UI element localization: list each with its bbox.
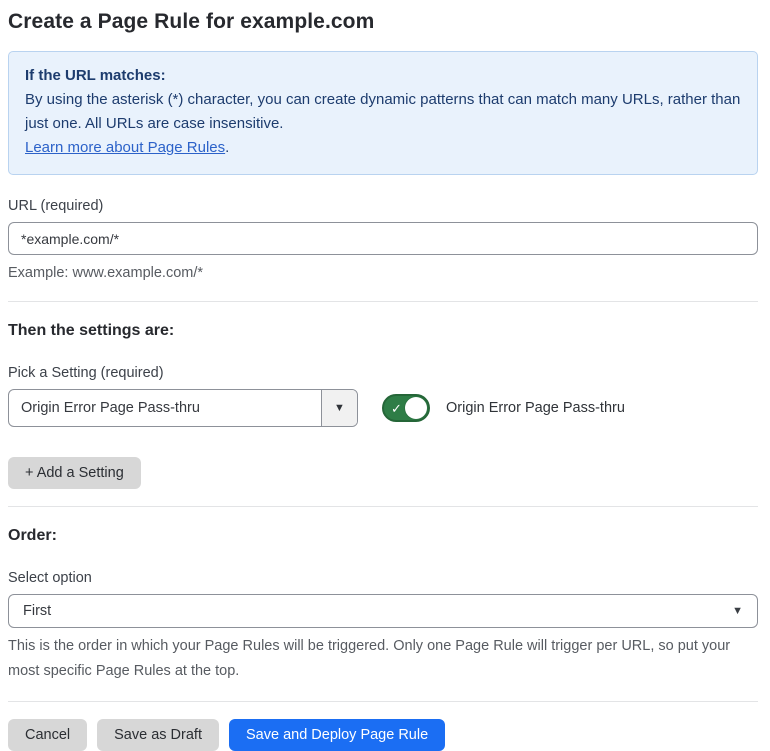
chevron-down-icon: ▼ bbox=[732, 605, 743, 617]
cancel-button[interactable]: Cancel bbox=[8, 719, 88, 751]
divider bbox=[8, 301, 758, 302]
chevron-down-icon: ▼ bbox=[334, 402, 345, 414]
learn-more-link[interactable]: Learn more about Page Rules bbox=[25, 139, 225, 156]
save-deploy-button[interactable]: Save and Deploy Page Rule bbox=[228, 719, 446, 751]
toggle-knob bbox=[405, 397, 427, 419]
settings-section-heading: Then the settings are: bbox=[8, 322, 175, 339]
url-example-helper: Example: www.example.com/* bbox=[8, 265, 204, 281]
order-select[interactable]: First ▼ bbox=[8, 594, 758, 628]
info-body: By using the asterisk (*) character, you… bbox=[25, 91, 741, 132]
page-title: Create a Page Rule for example.com bbox=[8, 10, 375, 33]
order-select-value: First bbox=[23, 603, 52, 619]
save-draft-button[interactable]: Save as Draft bbox=[97, 719, 219, 751]
link-suffix: . bbox=[225, 139, 230, 156]
setting-select[interactable]: Origin Error Page Pass-thru ▼ bbox=[8, 389, 358, 427]
toggle-wrap: ✓ Origin Error Page Pass-thru bbox=[382, 394, 625, 422]
url-match-info-callout: If the URL matches: By using the asteris… bbox=[8, 51, 758, 175]
info-heading: If the URL matches: bbox=[25, 67, 166, 84]
order-select-label: Select option bbox=[8, 570, 92, 586]
url-input[interactable] bbox=[8, 222, 758, 255]
url-field-label: URL (required) bbox=[8, 198, 104, 214]
order-helper-text: This is the order in which your Page Rul… bbox=[8, 638, 731, 679]
origin-error-toggle[interactable]: ✓ bbox=[382, 394, 430, 422]
check-icon: ✓ bbox=[391, 400, 402, 416]
divider bbox=[8, 701, 758, 702]
toggle-label: Origin Error Page Pass-thru bbox=[446, 400, 625, 416]
setting-picker-label: Pick a Setting (required) bbox=[8, 365, 164, 381]
add-setting-button[interactable]: + Add a Setting bbox=[8, 457, 141, 489]
setting-row: Origin Error Page Pass-thru ▼ ✓ Origin E… bbox=[8, 389, 758, 427]
order-section-heading: Order: bbox=[8, 527, 57, 544]
divider bbox=[8, 506, 758, 507]
setting-select-value: Origin Error Page Pass-thru bbox=[21, 400, 200, 416]
setting-select-arrow[interactable]: ▼ bbox=[321, 390, 357, 426]
footer-actions: Cancel Save as Draft Save and Deploy Pag… bbox=[8, 719, 758, 751]
info-link-line: Learn more about Page Rules. bbox=[25, 136, 741, 160]
